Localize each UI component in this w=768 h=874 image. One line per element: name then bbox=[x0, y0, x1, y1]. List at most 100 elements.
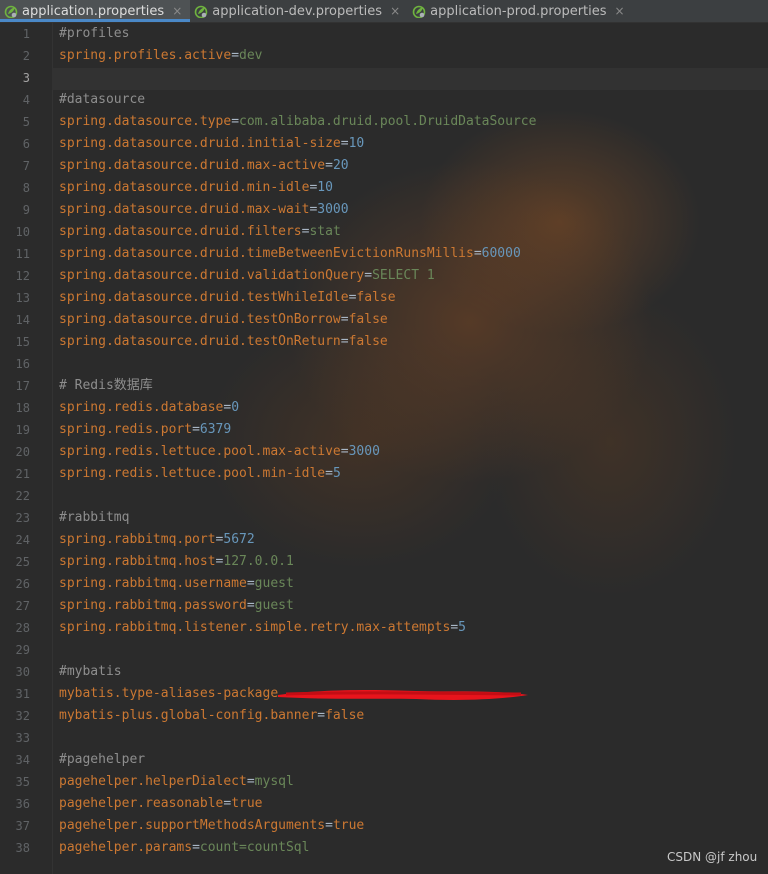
property-line[interactable]: spring.datasource.druid.testWhileIdle=fa… bbox=[59, 287, 396, 309]
property-line[interactable]: spring.redis.database=0 bbox=[59, 397, 239, 419]
property-value: com.alibaba.druid.pool.DruidDataSource bbox=[239, 114, 537, 129]
watermark: CSDN @jf zhou bbox=[667, 850, 758, 864]
property-key: spring.rabbitmq.port bbox=[59, 532, 216, 547]
property-value: true bbox=[332, 818, 365, 833]
close-tab-icon[interactable]: × bbox=[615, 4, 625, 18]
property-line[interactable]: spring.datasource.druid.testOnBorrow=fal… bbox=[59, 309, 388, 331]
equals-sign: = bbox=[192, 422, 200, 437]
code-editor[interactable]: #profiles spring.profiles.active=dev #data… bbox=[0, 22, 768, 874]
property-key: spring.rabbitmq.username bbox=[59, 576, 247, 591]
property-value: 60000 bbox=[481, 246, 521, 261]
property-line[interactable]: pagehelper.params=count=countSql bbox=[59, 837, 309, 859]
property-value: 127.0.0.1 bbox=[223, 554, 294, 569]
property-line[interactable]: spring.profiles.active=dev bbox=[59, 45, 263, 67]
property-key: spring.rabbitmq.password bbox=[59, 598, 247, 613]
equals-sign: = bbox=[246, 774, 255, 789]
tab-label: application-prod.properties bbox=[430, 3, 607, 19]
property-line[interactable]: spring.datasource.druid.max-wait=3000 bbox=[59, 199, 349, 221]
property-key: mybatis.type-aliases-package bbox=[59, 686, 279, 701]
property-value: false bbox=[356, 290, 396, 305]
property-value: dev bbox=[239, 48, 263, 63]
property-line[interactable]: spring.redis.lettuce.pool.min-idle=5 bbox=[59, 463, 341, 485]
property-value: 5 bbox=[332, 466, 341, 481]
comment-line[interactable]: # Redis数据库 bbox=[59, 375, 153, 397]
property-value: guest bbox=[254, 598, 294, 613]
comment-text: # Redis数据库 bbox=[59, 378, 153, 393]
tab-application-properties[interactable]: application.properties × bbox=[0, 0, 191, 22]
property-line[interactable]: spring.rabbitmq.port=5672 bbox=[59, 529, 255, 551]
close-tab-icon[interactable]: × bbox=[390, 4, 400, 18]
property-line[interactable]: spring.datasource.druid.max-active=20 bbox=[59, 155, 349, 177]
spring-leaf-icon bbox=[194, 4, 208, 18]
comment-line[interactable]: #mybatis bbox=[59, 661, 122, 683]
comment-line[interactable]: #profiles bbox=[59, 23, 129, 45]
property-line[interactable]: pagehelper.supportMethodsArguments=true bbox=[59, 815, 364, 837]
property-key: spring.datasource.druid.validationQuery bbox=[59, 268, 365, 283]
property-value: 10 bbox=[348, 136, 365, 151]
property-line[interactable]: spring.datasource.druid.initial-size=10 bbox=[59, 133, 364, 155]
tab-application-prod-properties[interactable]: application-prod.properties × bbox=[408, 0, 632, 22]
equals-sign: = bbox=[325, 158, 333, 173]
property-line[interactable]: spring.datasource.type=com.alibaba.druid… bbox=[59, 111, 536, 133]
editor-tab-bar: application.properties × application-dev.p… bbox=[0, 0, 768, 23]
property-value: SELECT 1 bbox=[372, 268, 435, 283]
comment-text: #pagehelper bbox=[59, 752, 146, 767]
property-value: true bbox=[231, 796, 263, 811]
equals-sign: = bbox=[192, 840, 200, 855]
property-value: 20 bbox=[332, 158, 349, 173]
property-value: count=countSql bbox=[199, 840, 310, 855]
property-key: spring.datasource.druid.timeBetweenEvict… bbox=[59, 246, 474, 261]
property-line[interactable]: spring.rabbitmq.username=guest bbox=[59, 573, 294, 595]
comment-text: #profiles bbox=[59, 26, 130, 41]
comment-line[interactable]: #rabbitmq bbox=[59, 507, 129, 529]
property-key: spring.redis.lettuce.pool.min-idle bbox=[59, 466, 326, 481]
property-line[interactable]: spring.datasource.druid.validationQuery=… bbox=[59, 265, 435, 287]
equals-sign: = bbox=[340, 136, 349, 151]
property-key: pagehelper.helperDialect bbox=[59, 774, 247, 789]
property-value: 0 bbox=[231, 400, 240, 415]
comment-line[interactable]: #datasource bbox=[59, 89, 145, 111]
comment-text: #mybatis bbox=[59, 664, 122, 679]
property-line[interactable]: pagehelper.reasonable=true bbox=[59, 793, 263, 815]
property-line[interactable]: spring.rabbitmq.host=127.0.0.1 bbox=[59, 551, 294, 573]
property-key: spring.redis.database bbox=[59, 400, 224, 415]
property-key: pagehelper.supportMethodsArguments bbox=[59, 818, 326, 833]
equals-sign: = bbox=[364, 268, 373, 283]
property-value: 6379 bbox=[199, 422, 232, 437]
property-key: spring.rabbitmq.host bbox=[59, 554, 216, 569]
property-line[interactable]: spring.rabbitmq.listener.simple.retry.ma… bbox=[59, 617, 466, 639]
property-line[interactable]: spring.datasource.druid.filters=stat bbox=[59, 221, 341, 243]
equals-sign: = bbox=[340, 444, 349, 459]
comment-text: #rabbitmq bbox=[59, 510, 130, 525]
property-value: 10 bbox=[317, 180, 333, 195]
property-key: spring.rabbitmq.listener.simple.retry.ma… bbox=[59, 620, 451, 635]
property-line[interactable]: spring.datasource.druid.timeBetweenEvict… bbox=[59, 243, 521, 265]
equals-sign: = bbox=[246, 598, 255, 613]
property-line[interactable]: pagehelper.helperDialect=mysql bbox=[59, 771, 294, 793]
property-line[interactable]: spring.datasource.druid.testOnReturn=fal… bbox=[59, 331, 388, 353]
property-line[interactable]: spring.redis.port=6379 bbox=[59, 419, 231, 441]
comment-line[interactable]: #pagehelper bbox=[59, 749, 145, 771]
equals-sign: = bbox=[325, 818, 333, 833]
property-value: 5672 bbox=[223, 532, 255, 547]
equals-sign: = bbox=[325, 466, 333, 481]
property-line[interactable]: spring.datasource.druid.min-idle=10 bbox=[59, 177, 333, 199]
equals-sign: = bbox=[231, 114, 240, 129]
tab-application-dev-properties[interactable]: application-dev.properties × bbox=[190, 0, 408, 22]
property-value: false bbox=[325, 708, 365, 723]
property-key: spring.datasource.druid.max-wait bbox=[59, 202, 310, 217]
equals-sign: = bbox=[340, 312, 349, 327]
equals-sign: = bbox=[246, 576, 255, 591]
property-line[interactable]: spring.redis.lettuce.pool.max-active=300… bbox=[59, 441, 380, 463]
property-value: 3000 bbox=[348, 444, 380, 459]
property-key: pagehelper.params bbox=[59, 840, 193, 855]
tab-label: application.properties bbox=[22, 3, 165, 19]
property-line[interactable]: mybatis-plus.global-config.banner=false bbox=[59, 705, 364, 727]
property-line[interactable]: spring.rabbitmq.password=guest bbox=[59, 595, 294, 617]
property-value: mysql bbox=[254, 774, 294, 789]
equals-sign: = bbox=[473, 246, 482, 261]
close-tab-icon[interactable]: × bbox=[172, 4, 182, 18]
equals-sign: = bbox=[450, 620, 459, 635]
redaction-scribble bbox=[278, 690, 528, 700]
redacted-property-line[interactable]: mybatis.type-aliases-package bbox=[59, 683, 278, 705]
